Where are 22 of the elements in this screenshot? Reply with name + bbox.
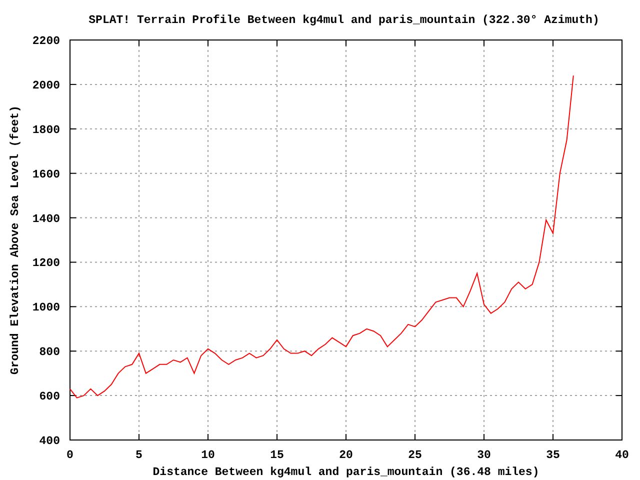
x-tick-label: 5 <box>136 449 142 462</box>
x-axis-title: Distance Between kg4mul and paris_mountain (36.48 miles) <box>152 466 540 479</box>
y-axis-title: Ground Elevation Above Sea Level (feet) <box>9 105 22 375</box>
y-tick-label: 1400 <box>32 212 60 226</box>
y-tick-label: 600 <box>39 390 60 404</box>
chart-title: SPLAT! Terrain Profile Between kg4mul and paris_mountain (322.30° Azimuth) <box>88 14 600 27</box>
x-tick-label: 10 <box>201 449 215 462</box>
x-tick-label: 25 <box>408 449 422 462</box>
y-tick-label: 2000 <box>32 79 60 92</box>
x-tick-label: 35 <box>546 449 560 462</box>
x-tick-label: 40 <box>615 449 629 462</box>
y-tick-label: 1800 <box>32 124 60 137</box>
y-tick-label: 1000 <box>32 302 60 315</box>
y-tick-label: 400 <box>39 435 60 448</box>
x-tick-label: 15 <box>270 449 284 462</box>
y-tick-label: 800 <box>39 346 60 360</box>
x-tick-label: 30 <box>477 449 491 462</box>
y-tick-label: 1200 <box>32 257 60 270</box>
y-tick-label: 1600 <box>32 168 60 182</box>
x-tick-label: 0 <box>66 449 74 462</box>
y-tick-label: 2200 <box>32 35 60 48</box>
x-tick-label: 20 <box>339 449 353 462</box>
